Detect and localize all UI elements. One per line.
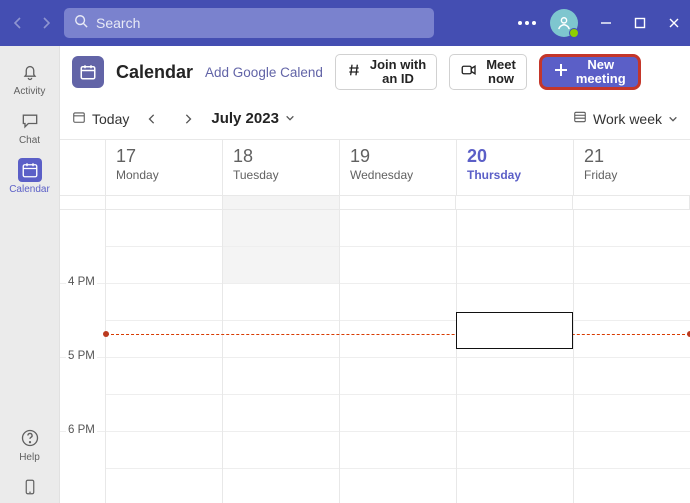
search-icon — [74, 14, 88, 33]
forward-button[interactable] — [36, 13, 56, 33]
next-week-button[interactable] — [175, 106, 201, 132]
hour-label: 4 PM — [66, 276, 97, 288]
hour-label: 5 PM — [66, 350, 97, 362]
presence-badge — [569, 28, 579, 38]
allday-cell[interactable] — [340, 196, 457, 209]
day-number: 19 — [350, 146, 446, 168]
new-event-slot[interactable] — [456, 312, 573, 349]
allday-row — [60, 196, 690, 210]
more-menu[interactable] — [512, 21, 542, 25]
day-column[interactable] — [574, 210, 690, 503]
day-column[interactable] — [340, 210, 457, 503]
day-name: Friday — [584, 168, 680, 182]
rail-label: Calendar — [9, 184, 50, 195]
day-name: Monday — [116, 168, 212, 182]
new-meeting-button[interactable]: Newmeeting — [539, 54, 641, 90]
rail-device[interactable] — [0, 467, 59, 503]
close-button[interactable] — [666, 15, 682, 31]
current-time-line — [106, 334, 690, 335]
page-title: Calendar — [116, 62, 193, 83]
search-input[interactable] — [96, 15, 424, 31]
meet-now-button[interactable]: Meetnow — [449, 54, 527, 90]
hash-icon — [346, 62, 362, 81]
help-icon — [18, 426, 42, 450]
day-number: 18 — [233, 146, 329, 168]
join-with-id-button[interactable]: Join withan ID — [335, 54, 437, 90]
day-column[interactable] — [106, 210, 223, 503]
day-headers: 17Monday18Tuesday19Wednesday20Thursday21… — [60, 140, 690, 196]
today-icon — [72, 110, 86, 127]
chevron-down-icon — [285, 110, 295, 127]
day-name: Wednesday — [350, 168, 446, 182]
day-number: 21 — [584, 146, 680, 168]
calendar-icon — [18, 158, 42, 182]
page-header: Calendar Add Google Calend Join withan I… — [60, 46, 690, 98]
today-button[interactable]: Today — [72, 110, 129, 127]
chat-icon — [18, 109, 42, 133]
maximize-button[interactable] — [632, 15, 648, 31]
rail-label: Chat — [19, 135, 40, 146]
plus-icon — [554, 63, 568, 80]
day-name: Tuesday — [233, 168, 329, 182]
hour-label: 6 PM — [66, 424, 97, 436]
day-header[interactable]: 18Tuesday — [223, 140, 340, 196]
app-rail: Activity Chat Calendar Help — [0, 46, 60, 503]
rail-calendar[interactable]: Calendar — [0, 150, 59, 199]
day-column[interactable] — [457, 210, 574, 503]
search-bar[interactable] — [64, 8, 434, 38]
rail-label: Activity — [14, 86, 46, 97]
day-header[interactable]: 17Monday — [106, 140, 223, 196]
bell-icon — [18, 60, 42, 84]
phone-icon — [18, 475, 42, 499]
day-number: 20 — [467, 146, 563, 168]
day-header[interactable]: 20Thursday — [457, 140, 574, 196]
avatar[interactable] — [550, 9, 578, 37]
video-icon — [460, 61, 478, 82]
back-button[interactable] — [8, 13, 28, 33]
list-icon — [573, 110, 587, 127]
allday-cell[interactable] — [223, 196, 340, 209]
month-picker[interactable]: July 2023 — [211, 110, 295, 127]
calendar-toolbar: Today July 2023 Work week — [60, 98, 690, 140]
view-picker[interactable]: Work week — [573, 110, 678, 127]
prev-week-button[interactable] — [139, 106, 165, 132]
rail-help[interactable]: Help — [0, 418, 59, 467]
rail-label: Help — [19, 452, 40, 463]
day-column[interactable] — [223, 210, 340, 503]
title-bar — [0, 0, 690, 46]
minimize-button[interactable] — [598, 15, 614, 31]
rail-chat[interactable]: Chat — [0, 101, 59, 150]
allday-cell[interactable] — [106, 196, 223, 209]
rail-activity[interactable]: Activity — [0, 52, 59, 101]
calendar-app-icon — [72, 56, 104, 88]
day-name: Thursday — [467, 168, 563, 182]
allday-cell[interactable] — [573, 196, 690, 209]
allday-cell[interactable] — [456, 196, 573, 209]
chevron-down-icon — [668, 111, 678, 127]
day-header[interactable]: 21Friday — [574, 140, 690, 196]
add-google-calendar-link[interactable]: Add Google Calend — [205, 65, 323, 80]
day-header[interactable]: 19Wednesday — [340, 140, 457, 196]
day-number: 17 — [116, 146, 212, 168]
